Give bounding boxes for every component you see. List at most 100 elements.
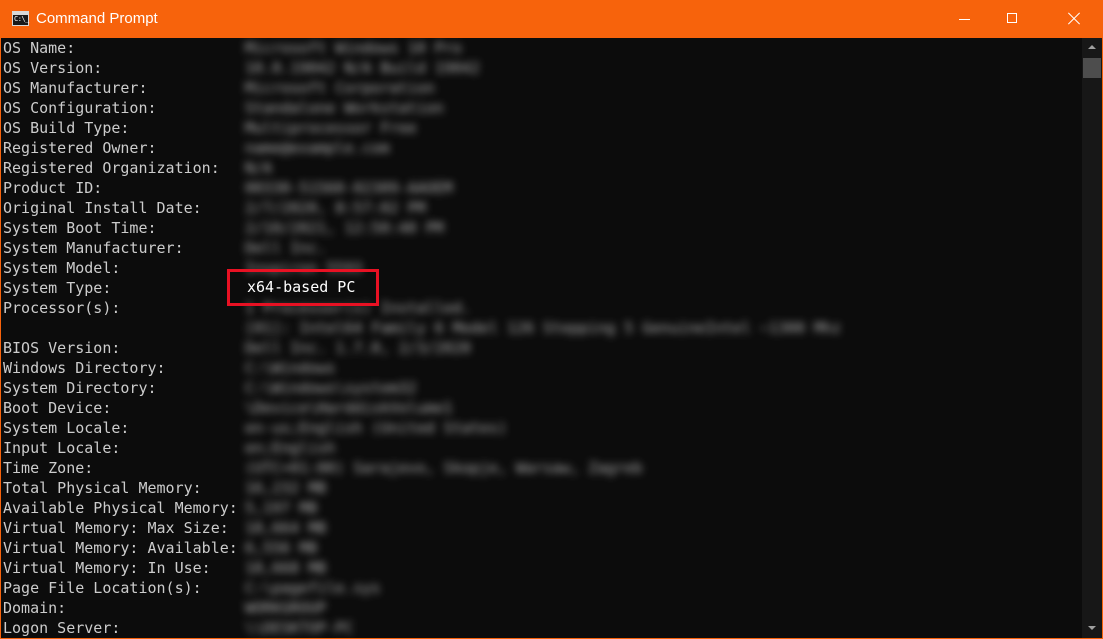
console-row-label: OS Configuration: bbox=[3, 99, 157, 117]
console-row: OS Configuration: Standalone Workstation bbox=[3, 98, 1081, 118]
console-row: Total Physical Memory: 16,232 MB bbox=[3, 478, 1081, 498]
console-row-value: Dell Inc. 1.7.0, 2/3/2020 bbox=[245, 339, 471, 357]
console-row: Virtual Memory: Available: 6,556 MB bbox=[3, 538, 1081, 558]
console-row-value: Standalone Workstation bbox=[245, 99, 444, 117]
console-row-value: 18,668 MB bbox=[245, 559, 327, 577]
scroll-down-button[interactable] bbox=[1082, 621, 1102, 638]
console-row: Input Locale: en;English bbox=[3, 438, 1081, 458]
console-row-value: 10.0.19042 N/A Build 19042 bbox=[245, 59, 480, 77]
scroll-thumb[interactable] bbox=[1083, 58, 1101, 78]
console-row: System Type: bbox=[3, 278, 1081, 298]
console-row-label: Available Physical Memory: bbox=[3, 499, 238, 517]
console-row-value: 5,197 MB bbox=[245, 499, 318, 517]
console-row: BIOS Version: Dell Inc. 1.7.0, 2/3/2020 bbox=[3, 338, 1081, 358]
console-row: Registered Owner: name@example.com bbox=[3, 138, 1081, 158]
console-row-label: Logon Server: bbox=[3, 619, 121, 637]
console-row: Logon Server: \\DESKTOP-PC bbox=[3, 618, 1081, 638]
console-row-label: Windows Directory: bbox=[3, 359, 166, 377]
console-row: [01]: Intel64 Family 6 Model 126 Steppin… bbox=[3, 318, 1081, 338]
console-row-value: (UTC+01:00) Sarajevo, Skopje, Warsaw, Za… bbox=[245, 459, 643, 477]
console-row-value: WORKGROUP bbox=[245, 599, 327, 617]
console-row-value: N/A bbox=[245, 159, 273, 177]
console-row-value: Multiprocessor Free bbox=[245, 119, 417, 137]
console-row-label: Virtual Memory: In Use: bbox=[3, 559, 211, 577]
console-row-label: Virtual Memory: Available: bbox=[3, 539, 238, 557]
arrow-down-icon bbox=[1088, 626, 1096, 630]
close-button[interactable] bbox=[1034, 0, 1102, 38]
console-row-label: OS Manufacturer: bbox=[3, 79, 148, 97]
console-row: System Boot Time: 2/10/2021, 12:50:40 PM bbox=[3, 218, 1081, 238]
console-row-label: Product ID: bbox=[3, 179, 103, 197]
console-row-value: 2/10/2021, 12:50:40 PM bbox=[245, 219, 444, 237]
console-row: System Manufacturer: Dell Inc. bbox=[3, 238, 1081, 258]
console-row-value: en;English bbox=[245, 439, 336, 457]
console-row-value: 6,556 MB bbox=[245, 539, 318, 557]
minimize-button[interactable] bbox=[942, 0, 988, 38]
console-row-label: System Locale: bbox=[3, 419, 130, 437]
highlight-box: x64-based PC bbox=[227, 269, 379, 306]
console-row: OS Name: Microsoft Windows 10 Pro bbox=[3, 38, 1081, 58]
console-row-value: name@example.com bbox=[245, 139, 390, 157]
console-row-label: System Boot Time: bbox=[3, 219, 157, 237]
console-row-label: Registered Organization: bbox=[3, 159, 220, 177]
console-row: Product ID: 00330-51560-02309-AAOEM bbox=[3, 178, 1081, 198]
title-bar[interactable]: C:\_ Command Prompt bbox=[1, 0, 1102, 38]
console-row: Windows Directory: C:\Windows bbox=[3, 358, 1081, 378]
console-row: Processor(s): 1 Processor(s) Installed. bbox=[3, 298, 1081, 318]
console-row: Virtual Memory: Max Size: 18,664 MB bbox=[3, 518, 1081, 538]
console-row-label: Processor(s): bbox=[3, 299, 121, 317]
console-row-value: Microsoft Corporation bbox=[245, 79, 435, 97]
console-row-label: OS Name: bbox=[3, 39, 76, 57]
console-row: Original Install Date: 2/7/2020, 8:57:02 … bbox=[3, 198, 1081, 218]
console-row: OS Build Type: Multiprocessor Free bbox=[3, 118, 1081, 138]
console-row-value: en-us;English (United States) bbox=[245, 419, 507, 437]
console-row: Domain: WORKGROUP bbox=[3, 598, 1081, 618]
console-row-value: 00330-51560-02309-AAOEM bbox=[245, 179, 453, 197]
console-row-value: C:\Windows bbox=[245, 359, 336, 377]
console-row-label: BIOS Version: bbox=[3, 339, 121, 357]
console-output[interactable]: OS Name: Microsoft Windows 10 Pro OS Versi… bbox=[1, 38, 1082, 638]
console-row-label: Time Zone: bbox=[3, 459, 94, 477]
console-row: Available Physical Memory: 5,197 MB bbox=[3, 498, 1081, 518]
console-row-label: System Manufacturer: bbox=[3, 239, 184, 257]
console-row: Time Zone: (UTC+01:00) Sarajevo, Skopje, … bbox=[3, 458, 1081, 478]
console-row-label: Input Locale: bbox=[3, 439, 121, 457]
console-row: Page File Location(s): C:\pagefile.sys bbox=[3, 578, 1081, 598]
console-row: Boot Device: \Device\HarddiskVolume1 bbox=[3, 398, 1081, 418]
console-row-label: Original Install Date: bbox=[3, 199, 202, 217]
console-row-label: System Type: bbox=[3, 279, 112, 297]
arrow-up-icon bbox=[1088, 45, 1096, 49]
console-row: System Directory: C:\Windows\system32 bbox=[3, 378, 1081, 398]
console-row-label: OS Build Type: bbox=[3, 119, 130, 137]
console-row-value: 18,664 MB bbox=[245, 519, 327, 537]
console-row-label: OS Version: bbox=[3, 59, 103, 77]
console-row-value: \\DESKTOP-PC bbox=[245, 619, 354, 637]
maximize-icon bbox=[1007, 13, 1017, 23]
console-row-value: 2/7/2020, 8:57:02 PM bbox=[245, 199, 426, 217]
console-row-label: Total Physical Memory: bbox=[3, 479, 202, 497]
console-row-value: \Device\HarddiskVolume1 bbox=[245, 399, 453, 417]
vertical-scrollbar[interactable] bbox=[1082, 38, 1102, 638]
console-row-label: System Directory: bbox=[3, 379, 157, 397]
console-row-label: System Model: bbox=[3, 259, 121, 277]
console-row-label: Page File Location(s): bbox=[3, 579, 202, 597]
console-row-value: Dell Inc. bbox=[245, 239, 327, 257]
console-row-label: Domain: bbox=[3, 599, 67, 617]
minimize-icon bbox=[959, 19, 970, 20]
console-row: System Locale: en-us;English (United Stat… bbox=[3, 418, 1081, 438]
command-prompt-window: C:\_ Command Prompt OS Name: Microsoft Wi… bbox=[0, 0, 1103, 639]
window-title: Command Prompt bbox=[36, 10, 158, 27]
console-row: Registered Organization: N/A bbox=[3, 158, 1081, 178]
maximize-button[interactable] bbox=[988, 0, 1034, 38]
cmd-icon-text: C:\_ bbox=[14, 15, 29, 23]
console-row-label: Boot Device: bbox=[3, 399, 112, 417]
system-type-value: x64-based PC bbox=[247, 278, 356, 296]
close-icon bbox=[1067, 12, 1081, 26]
scroll-up-button[interactable] bbox=[1082, 38, 1102, 55]
console-row: OS Version: 10.0.19042 N/A Build 19042 bbox=[3, 58, 1081, 78]
console-row-value: C:\pagefile.sys bbox=[245, 579, 381, 597]
cmd-icon[interactable]: C:\_ bbox=[12, 11, 29, 26]
console-row-label: Virtual Memory: Max Size: bbox=[3, 519, 229, 537]
console-row: OS Manufacturer: Microsoft Corporation bbox=[3, 78, 1081, 98]
console-row-value: 16,232 MB bbox=[245, 479, 327, 497]
